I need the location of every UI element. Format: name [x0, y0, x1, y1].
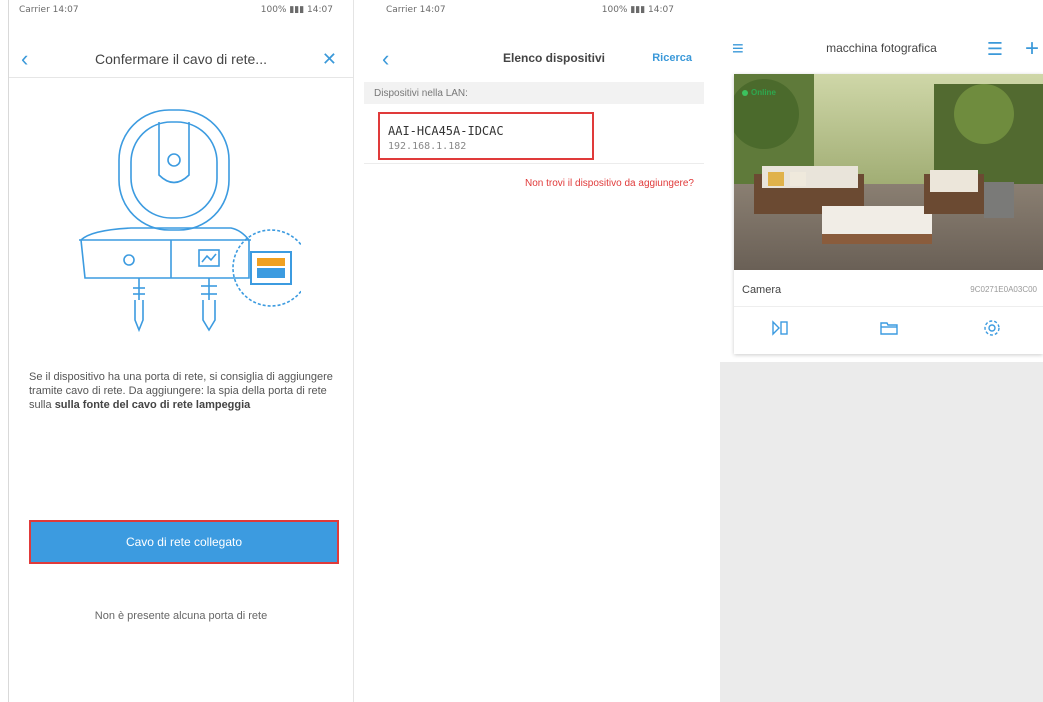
empty-list-area [720, 362, 1043, 702]
camera-name: Camera [742, 284, 782, 296]
camera-serial: 9C0271E0A03C00 [970, 285, 1037, 294]
camera-ethernet-illustration [79, 109, 301, 333]
list-item[interactable]: AAI-HCA45A-IDCAC 192.168.1.182 [364, 110, 704, 164]
device-list-screen: Carrier 14:07 100% ▮▮▮ 14:07 ‹ Elenco di… [364, 0, 704, 702]
card-divider [734, 306, 1043, 307]
no-network-port-link[interactable]: Non è presente alcuna porta di rete [9, 610, 353, 622]
status-carrier: Carrier 14:07 [386, 5, 446, 15]
camera-preview-image[interactable] [734, 74, 1043, 270]
online-status-badge: Online [742, 88, 776, 97]
search-button[interactable]: Ricerca [652, 52, 692, 64]
nav-bar: ‹ Confermare il cavo di rete... ✕ [9, 40, 353, 78]
page-title: Confermare il cavo di rete... [95, 51, 267, 67]
close-icon[interactable]: ✕ [322, 50, 337, 68]
instruction-bold: sulla fonte del cavo di rete lampeggia [54, 399, 251, 411]
status-bar: Carrier 14:07 100% ▮▮▮ 14:07 [9, 0, 353, 22]
folder-icon[interactable] [879, 318, 899, 338]
status-carrier: Carrier 14:07 [19, 5, 79, 15]
camera-home-screen: ≡ macchina fotografica ☰ + Online Camera… [720, 0, 1043, 702]
cable-confirm-screen: Carrier 14:07 100% ▮▮▮ 14:07 ‹ Confermar… [8, 0, 354, 702]
list-view-icon[interactable]: ☰ [987, 40, 1003, 58]
status-battery: 100% ▮▮▮ 14:07 [260, 5, 333, 15]
hamburger-menu-icon[interactable]: ≡ [732, 39, 744, 59]
cable-connected-button[interactable]: Cavo di rete collegato [29, 520, 339, 564]
chevron-left-icon[interactable]: ‹ [382, 48, 389, 70]
device-id: AAI-HCA45A-IDCAC [388, 124, 504, 138]
settings-gear-icon[interactable] [982, 318, 1002, 338]
device-ip: 192.168.1.182 [388, 141, 467, 152]
nav-bar: ≡ macchina fotografica ☰ + [720, 30, 1043, 68]
instruction-text: Se il dispositivo ha una porta di rete, … [29, 370, 339, 412]
playback-icon[interactable] [770, 318, 790, 338]
page-title: macchina fotografica [826, 41, 937, 55]
lan-section-label: Dispositivi nella LAN: [364, 82, 704, 104]
status-bar: Carrier 14:07 100% ▮▮▮ 14:07 [364, 0, 704, 22]
status-battery: 100% ▮▮▮ 14:07 [601, 5, 674, 15]
camera-card[interactable]: Online Camera 9C0271E0A03C00 [734, 74, 1043, 354]
device-not-found-link[interactable]: Non trovi il dispositivo da aggiungere? [525, 178, 694, 189]
plus-icon[interactable]: + [1025, 37, 1039, 61]
nav-bar: ‹ Elenco dispositivi Ricerca [364, 40, 704, 78]
device-highlight: AAI-HCA45A-IDCAC 192.168.1.182 [378, 112, 594, 160]
